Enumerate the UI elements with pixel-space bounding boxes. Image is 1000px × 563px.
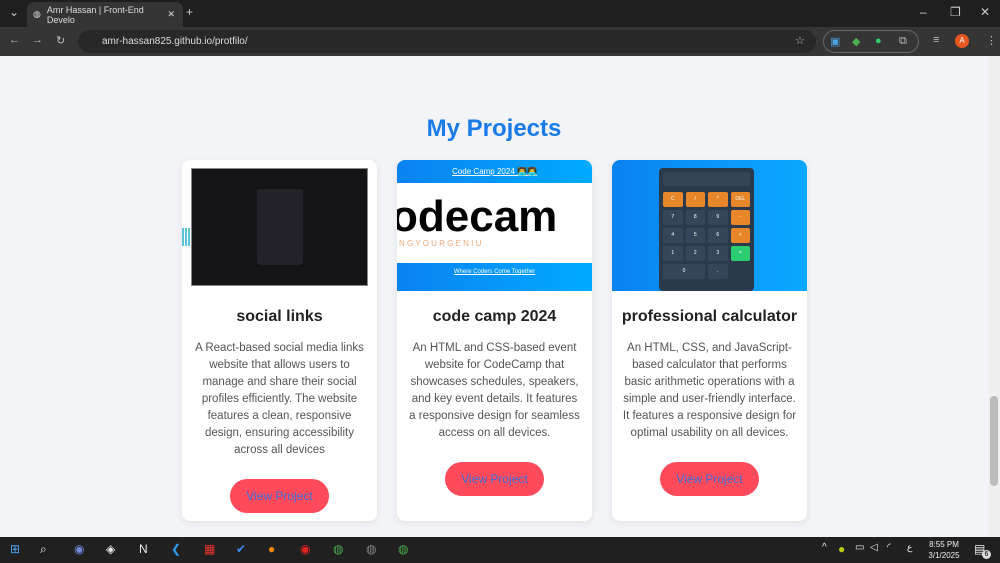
tab-search-icon[interactable]: ⌄: [9, 5, 19, 19]
minimize-icon[interactable]: –: [920, 5, 927, 19]
reading-list-icon[interactable]: ≡: [933, 34, 939, 46]
language-indicator[interactable]: ع: [907, 542, 912, 553]
project-thumbnail: Code Camp 2024 👨‍💻👩‍💻 odecam N G Y O U R…: [397, 160, 592, 291]
project-card: Code Camp 2024 👨‍💻👩‍💻 odecam N G Y O U R…: [397, 160, 592, 521]
new-tab-icon[interactable]: +: [186, 5, 193, 19]
chrome-icon[interactable]: ◍: [398, 542, 408, 556]
back-icon[interactable]: ←: [9, 34, 20, 46]
extensions-group: ▣ ◆ ● ⧉: [823, 30, 919, 53]
project-title: social links: [236, 308, 323, 325]
app-icon[interactable]: ◈: [106, 542, 115, 556]
start-icon[interactable]: ⊞: [10, 542, 20, 556]
extension-icon[interactable]: ▣: [830, 35, 840, 48]
project-title: professional calculator: [621, 308, 798, 325]
app-icon[interactable]: ▦: [204, 542, 215, 556]
reload-icon[interactable]: ↻: [56, 34, 65, 47]
calc-key: 0: [663, 264, 705, 279]
calc-key: 2: [685, 246, 705, 261]
notion-icon[interactable]: N: [139, 542, 148, 556]
record-icon[interactable]: ◉: [300, 542, 310, 556]
thumb-logo: odecam: [397, 192, 558, 241]
forward-icon[interactable]: →: [32, 34, 43, 46]
view-project-button[interactable]: View Project: [660, 462, 759, 496]
scrollbar[interactable]: [988, 56, 1000, 537]
battery-icon[interactable]: ▭: [855, 542, 864, 553]
project-description: An HTML, CSS, and JavaScript-based calcu…: [622, 342, 797, 439]
globe-icon: ◍: [33, 9, 41, 19]
clock[interactable]: 8:55 PM 3/1/2025: [922, 539, 966, 561]
search-icon[interactable]: ⌕: [40, 542, 47, 557]
volume-icon[interactable]: ◁: [870, 542, 878, 553]
calc-key: 6: [708, 228, 728, 243]
project-thumbnail: [182, 160, 377, 291]
project-title: code camp 2024: [432, 308, 557, 325]
browser-tab[interactable]: ◍ Amr Hassan | Front-End Develo ✕: [27, 2, 183, 27]
wifi-icon[interactable]: ◜: [887, 542, 891, 553]
project-card: C / * DEL 7 8 9- 4 5 6 +1 2 3 = 0. professional calcul…: [612, 160, 807, 521]
discord-icon[interactable]: ◉: [74, 542, 84, 556]
calc-key: +: [730, 228, 750, 243]
notification-count: 6: [982, 550, 991, 559]
tray-app-icon[interactable]: ●: [838, 542, 845, 556]
calc-key: 1: [663, 246, 683, 261]
calc-key: 9: [708, 210, 728, 225]
teams-icon[interactable]: ◍: [366, 542, 376, 556]
calc-key: *: [708, 192, 728, 207]
calc-key: 3: [708, 246, 728, 261]
view-project-button[interactable]: View Project: [445, 462, 544, 496]
project-description: A React-based social media links website…: [195, 342, 364, 456]
address-bar[interactable]: amr-hassan825.github.io/protfilo/: [78, 30, 816, 53]
url-text: amr-hassan825.github.io/protfilo/: [102, 36, 248, 47]
date: 3/1/2025: [928, 551, 960, 560]
calc-key: .: [708, 264, 728, 279]
time: 8:55 PM: [929, 540, 959, 549]
close-window-icon[interactable]: ✕: [980, 5, 990, 19]
calc-key: C: [663, 192, 683, 207]
chrome-icon[interactable]: ◍: [333, 542, 343, 556]
tray-chevron-icon[interactable]: ^: [822, 542, 827, 553]
taskbar: ⊞ ⌕ ◉ ◈ N ❮ ▦ ✔ ● ◉ ◍ ◍ ◍ ^ ● ▭ ◁ ◜ ع 8:…: [0, 537, 1000, 563]
calc-key: -: [730, 210, 750, 225]
firefox-icon[interactable]: ●: [268, 542, 275, 556]
project-description: An HTML and CSS-based event website for …: [409, 342, 580, 439]
calc-key: 5: [685, 228, 705, 243]
calc-key: DEL: [730, 192, 750, 207]
close-tab-icon[interactable]: ✕: [167, 9, 175, 20]
project-thumbnail: C / * DEL 7 8 9- 4 5 6 +1 2 3 = 0.: [612, 160, 807, 291]
tab-bar: ⌄ ◍ Amr Hassan | Front-End Develo ✕ + – ❐ …: [0, 0, 1000, 27]
thumb-title: Code Camp 2024 👨‍💻👩‍💻: [397, 160, 592, 183]
calc-key: 4: [663, 228, 683, 243]
todo-icon[interactable]: ✔: [236, 542, 246, 556]
profile-avatar[interactable]: A: [955, 34, 969, 48]
calc-key: /: [685, 192, 705, 207]
vscode-icon[interactable]: ❮: [171, 542, 181, 556]
extension-icon[interactable]: ◆: [852, 35, 860, 48]
calc-key: 7: [663, 210, 683, 225]
view-project-button[interactable]: View Project: [230, 479, 329, 513]
scrollbar-thumb[interactable]: [990, 396, 998, 486]
restore-icon[interactable]: ❐: [950, 5, 961, 19]
browser-toolbar: ← → ↻ amr-hassan825.github.io/protfilo/ …: [0, 27, 1000, 56]
section-heading: My Projects: [426, 115, 562, 142]
calc-key: 8: [685, 210, 705, 225]
puzzle-icon[interactable]: ⧉: [899, 35, 907, 48]
project-card: social links A React-based social media …: [182, 160, 377, 521]
thumb-footer: Where Coders Come Together: [397, 263, 592, 291]
extension-icon[interactable]: ●: [875, 35, 882, 47]
bookmark-star-icon[interactable]: ☆: [795, 34, 805, 47]
menu-icon[interactable]: ⋮: [986, 34, 997, 47]
tab-title: Amr Hassan | Front-End Develo: [46, 4, 144, 25]
calc-key: =: [730, 246, 750, 261]
